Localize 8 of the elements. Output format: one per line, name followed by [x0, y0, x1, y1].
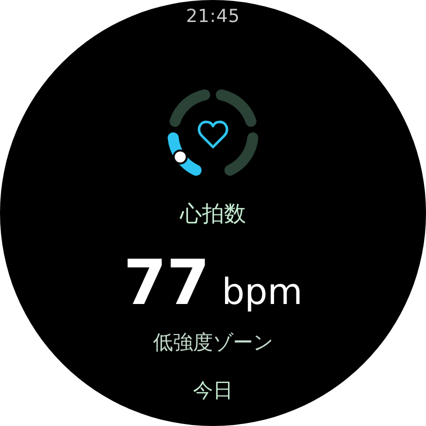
heart-rate-value: 77 [123, 248, 210, 318]
zone-label: 低強度ゾーン [153, 329, 273, 356]
section-heading: 今日 [193, 378, 233, 402]
gauge-marker [172, 149, 188, 164]
time: 21:45 [186, 6, 240, 28]
title: 心拍数 [180, 201, 246, 229]
heart-rate-unit: bpm [222, 273, 303, 313]
heart-icon [198, 120, 228, 148]
